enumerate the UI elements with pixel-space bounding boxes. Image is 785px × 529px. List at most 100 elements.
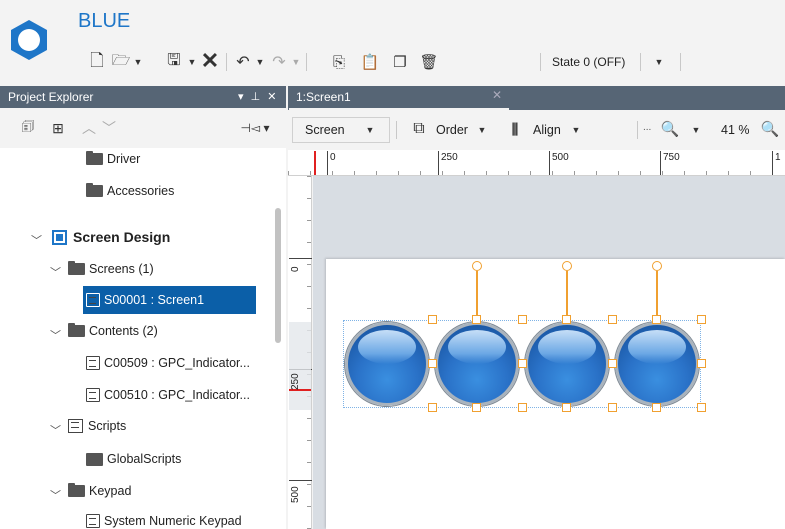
screen-icon bbox=[86, 293, 100, 307]
rotation-handle[interactable] bbox=[562, 261, 572, 271]
screen-dropdown-label: Screen bbox=[305, 123, 345, 137]
folder-icon bbox=[86, 151, 103, 165]
indicator-lamp[interactable] bbox=[435, 322, 519, 406]
tree-item-scripts[interactable]: Scripts bbox=[68, 415, 126, 437]
resize-handle[interactable] bbox=[472, 403, 481, 412]
chevron-down-icon[interactable]: ﹀ bbox=[50, 327, 61, 343]
align-dropdown-icon[interactable]: ▼ bbox=[570, 122, 582, 138]
resize-handle[interactable] bbox=[652, 315, 661, 324]
more-tools-button[interactable]: ... bbox=[643, 122, 651, 133]
undo-dropdown-icon[interactable]: ▼ bbox=[254, 54, 266, 70]
folder-icon bbox=[86, 183, 103, 197]
app-window: BLUE 🗋 🗁 ▼ 🖫 ▼ ✕ ↶ ▼ ↷ ▼ ⎘ 📋 ❐ 🗑 State 0… bbox=[0, 0, 785, 529]
order-icon: ⧉ bbox=[413, 120, 425, 137]
explorer-options-icon[interactable]: ⊣◅ ▾ bbox=[240, 118, 270, 138]
add-folder-icon[interactable]: ⊞ bbox=[48, 118, 68, 138]
indicator-lamp[interactable] bbox=[615, 322, 699, 406]
order-dropdown-icon[interactable]: ▼ bbox=[476, 122, 488, 138]
zoom-out-icon[interactable]: 🔍 bbox=[660, 119, 680, 139]
tree-item-content-c00510[interactable]: C00510 : GPC_Indicator... bbox=[86, 384, 250, 406]
ruler-label: 500 bbox=[552, 152, 569, 163]
new-file-icon[interactable]: 🗋 bbox=[87, 51, 107, 72]
indicator-lamp[interactable] bbox=[345, 322, 429, 406]
toolbar-separator bbox=[306, 53, 307, 71]
move-up-icon[interactable]: ︿ bbox=[80, 118, 98, 138]
chevron-down-icon[interactable]: ﹀ bbox=[50, 264, 61, 280]
redo-dropdown-icon[interactable]: ▼ bbox=[290, 54, 302, 70]
horizontal-ruler bbox=[288, 150, 785, 176]
tree-item-accessories[interactable]: Accessories bbox=[86, 180, 174, 202]
tree-item-numeric-keypad[interactable]: System Numeric Keypad bbox=[86, 510, 242, 529]
open-folder-icon[interactable]: 🗁 bbox=[110, 52, 132, 72]
indicator-lamp[interactable] bbox=[525, 322, 609, 406]
resize-handle[interactable] bbox=[518, 315, 527, 324]
duplicate-icon[interactable]: ❐ bbox=[390, 52, 410, 72]
resize-handle[interactable] bbox=[472, 315, 481, 324]
chevron-down-icon[interactable]: ﹀ bbox=[31, 232, 42, 248]
panel-pin-icon[interactable]: ▾ ⊥ ✕ bbox=[238, 90, 278, 103]
tree-item-screen1[interactable]: S00001 : Screen1 bbox=[83, 286, 256, 314]
resize-handle[interactable] bbox=[518, 359, 527, 368]
rotation-handle[interactable] bbox=[472, 261, 482, 271]
resize-handle[interactable] bbox=[697, 315, 706, 324]
resize-handle[interactable] bbox=[562, 315, 571, 324]
tree-item-driver[interactable]: Driver bbox=[86, 148, 140, 170]
ruler-major-tick bbox=[772, 151, 773, 175]
chevron-down-icon[interactable]: ﹀ bbox=[50, 422, 61, 438]
resize-handle[interactable] bbox=[608, 359, 617, 368]
order-button[interactable]: Order bbox=[436, 123, 468, 137]
open-dropdown-icon[interactable]: ▼ bbox=[132, 54, 144, 70]
move-down-icon[interactable]: ﹀ bbox=[100, 118, 118, 138]
folder-icon bbox=[68, 261, 85, 275]
toolbar-separator bbox=[226, 53, 227, 71]
ruler-major-tick bbox=[327, 151, 328, 175]
chevron-down-icon[interactable]: ﹀ bbox=[50, 487, 61, 503]
tree-item-screen-design[interactable]: Screen Design bbox=[52, 226, 170, 248]
tab-close-icon[interactable]: ✕ bbox=[492, 88, 502, 102]
redo-icon[interactable]: ↷ bbox=[268, 52, 290, 72]
tree-label: Keypad bbox=[89, 484, 132, 498]
save-dropdown-icon[interactable]: ▼ bbox=[186, 54, 198, 70]
resize-handle[interactable] bbox=[428, 359, 437, 368]
rotation-stem bbox=[476, 271, 478, 319]
resize-handle[interactable] bbox=[518, 403, 527, 412]
rotation-handle[interactable] bbox=[652, 261, 662, 271]
zoom-dropdown-icon[interactable]: ▼ bbox=[690, 122, 702, 138]
content-icon bbox=[86, 356, 100, 370]
paste-icon[interactable]: 📋 bbox=[360, 52, 380, 72]
save-icon[interactable]: 🖫 bbox=[164, 52, 184, 72]
tree-item-keypad[interactable]: Keypad bbox=[68, 480, 131, 502]
resize-handle[interactable] bbox=[608, 403, 617, 412]
resize-handle[interactable] bbox=[428, 403, 437, 412]
resize-handle[interactable] bbox=[428, 315, 437, 324]
resize-handle[interactable] bbox=[608, 315, 617, 324]
state-selector[interactable]: State 0 (OFF) bbox=[552, 55, 625, 69]
toolbar-separator bbox=[640, 53, 641, 71]
state-dropdown-icon[interactable]: ▼ bbox=[653, 54, 665, 70]
resize-handle[interactable] bbox=[652, 403, 661, 412]
tree-item-screens[interactable]: Screens (1) bbox=[68, 258, 154, 280]
chevron-down-icon[interactable]: ▼ bbox=[364, 122, 376, 138]
tree-item-contents[interactable]: Contents (2) bbox=[68, 320, 158, 342]
copy-icon[interactable]: ⎘ bbox=[329, 52, 349, 72]
add-item-icon[interactable]: 🗊 bbox=[18, 118, 38, 138]
zoom-level[interactable]: 41 % bbox=[721, 123, 750, 137]
zoom-in-icon[interactable]: 🔍 bbox=[760, 119, 780, 139]
undo-icon[interactable]: ↶ bbox=[232, 52, 254, 72]
delete-icon[interactable]: 🗑 bbox=[419, 52, 439, 72]
resize-handle[interactable] bbox=[562, 403, 571, 412]
tree-item-global-scripts[interactable]: GlobalScripts bbox=[86, 448, 181, 470]
ruler-label: 250 bbox=[441, 152, 458, 163]
ruler-label: 1 bbox=[775, 152, 781, 163]
tree-label: Scripts bbox=[88, 419, 127, 433]
tree-label: Accessories bbox=[107, 184, 175, 198]
tree-label: Contents (2) bbox=[89, 324, 158, 338]
align-icon: ⫼ bbox=[511, 120, 519, 137]
explorer-scrollbar[interactable] bbox=[275, 208, 281, 343]
tree-item-content-c00509[interactable]: C00509 : GPC_Indicator... bbox=[86, 352, 250, 374]
close-icon[interactable]: ✕ bbox=[199, 48, 221, 73]
resize-handle[interactable] bbox=[697, 359, 706, 368]
resize-handle[interactable] bbox=[697, 403, 706, 412]
align-button[interactable]: Align bbox=[533, 123, 561, 137]
toolbar-separator bbox=[637, 121, 638, 139]
